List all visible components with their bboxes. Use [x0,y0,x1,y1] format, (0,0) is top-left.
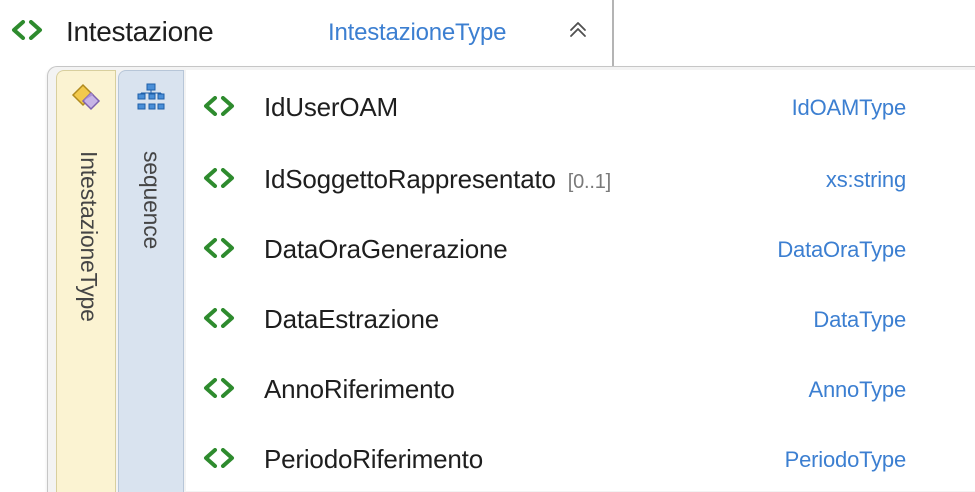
element-name: IdUserOAM [264,92,399,122]
complex-type-icon [71,83,101,111]
element-type[interactable]: DataOraType [777,237,906,263]
element-row-dataestrazione[interactable]: DataEstrazione DataType [186,290,926,346]
element-type[interactable]: AnnoType [809,377,907,403]
element-name: Intestazione [66,16,214,47]
element-type[interactable]: IntestazioneType [328,19,506,47]
element-icon [204,96,234,116]
element-type[interactable]: IdOAMType [792,95,907,121]
element-icon [204,378,234,398]
element-icon [204,448,234,468]
sequence-strip[interactable]: sequence [118,70,184,492]
complex-type-label: IntestazioneType [76,151,102,322]
complex-type-strip[interactable]: IntestazioneType [56,70,116,492]
element-header[interactable]: Intestazione IntestazioneType [0,8,620,54]
element-icon [204,168,234,188]
element-type[interactable]: DataType [813,307,906,333]
element-name: IdSoggettoRappresentato [0..1] [264,164,612,194]
element-type[interactable]: PeriodoType [785,447,907,473]
element-row-periodoriferimento[interactable]: PeriodoRiferimento PeriodoType [186,430,926,486]
element-name: AnnoRiferimento [264,374,455,404]
element-icon [204,238,234,258]
element-row-dataoragenerazione[interactable]: DataOraGenerazione DataOraType [186,220,926,276]
connector-line [612,0,614,66]
element-name: DataEstrazione [264,304,439,334]
element-name: PeriodoRiferimento [264,444,483,474]
element-icon [204,308,234,328]
element-name: DataOraGenerazione [264,234,508,264]
element-icon [12,20,42,40]
element-row-annoriferimento[interactable]: AnnoRiferimento AnnoType [186,360,926,416]
element-type[interactable]: xs:string [826,167,906,193]
element-row-idsoggettorappresentato[interactable]: IdSoggettoRappresentato [0..1] xs:string [186,150,926,206]
element-row-iduseroam[interactable]: IdUserOAM IdOAMType [186,78,926,134]
sequence-label: sequence [139,151,165,250]
sequence-icon [137,83,165,110]
sequence-items: IdUserOAM IdOAMType IdSoggettoRappresent… [186,70,975,491]
cardinality: [0..1] [567,171,612,193]
collapse-up-icon[interactable] [566,18,590,42]
